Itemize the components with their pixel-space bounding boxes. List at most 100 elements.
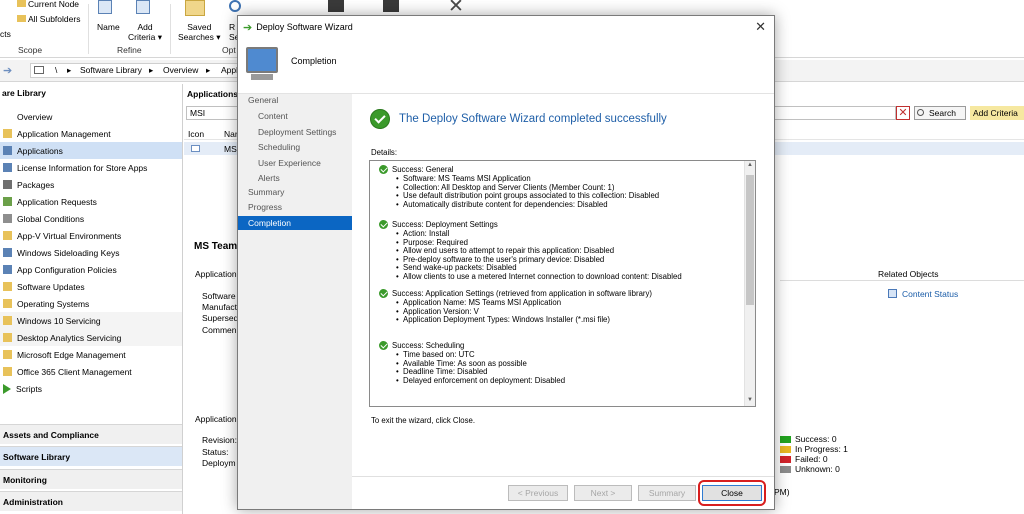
nav-item-icon <box>3 214 12 223</box>
summary-button[interactable]: Summary <box>638 485 696 501</box>
nav-item-4[interactable]: Packages <box>0 176 182 193</box>
add-criteria-icon <box>136 0 150 14</box>
back-arrow-icon[interactable]: ➔ <box>3 64 12 77</box>
nav-item-10[interactable]: Software Updates <box>0 278 182 295</box>
nav-item-label: Windows Sideloading Keys <box>17 247 120 258</box>
nav-item-5[interactable]: Application Requests <box>0 193 182 210</box>
column-name[interactable]: Nar <box>224 129 238 139</box>
wizard-step-4: User Experience <box>258 157 321 168</box>
application-icon <box>191 145 200 152</box>
nav-item-label: Overview <box>17 111 53 122</box>
nav-item-14[interactable]: Microsoft Edge Management <box>0 346 182 363</box>
name-button[interactable]: Name <box>97 22 120 32</box>
previous-button[interactable]: < Previous <box>508 485 568 501</box>
nav-section-software-library[interactable]: Software Library <box>0 446 182 466</box>
wizard-content: The Deploy Software Wizard completed suc… <box>352 94 774 509</box>
nav-item-icon <box>3 299 12 308</box>
nav-item-12[interactable]: Windows 10 Servicing <box>0 312 182 329</box>
folder-icon <box>17 0 26 7</box>
details-label: Details: <box>371 148 397 157</box>
nav-item-11[interactable]: Operating Systems <box>0 295 182 312</box>
nav-section-assets[interactable]: Assets and Compliance <box>0 424 182 444</box>
wizard-step-6: Summary <box>248 187 285 197</box>
details-box[interactable]: Success: General • Software: MS Teams MSI … <box>369 160 756 407</box>
nav-item-icon <box>3 129 12 138</box>
nav-item-3[interactable]: License Information for Store Apps <box>0 159 182 176</box>
success-check-icon <box>379 341 388 350</box>
nav-item-16[interactable]: Scripts <box>0 380 182 397</box>
row-name: MS <box>224 144 237 154</box>
objects-button[interactable]: cts <box>0 29 11 39</box>
close-icon[interactable]: ✕ <box>755 19 766 35</box>
nav-item-icon <box>3 197 12 206</box>
legend-label: In Progress: 1 <box>795 444 848 454</box>
nav-item-label: Office 365 Client Management <box>17 366 132 377</box>
options-group-label: Opt <box>222 45 236 55</box>
nav-section-administration[interactable]: Administration <box>0 491 182 511</box>
nav-item-2[interactable]: Applications <box>0 142 182 159</box>
nav-item-label: Operating Systems <box>17 298 90 309</box>
nav-item-icon <box>3 180 12 189</box>
address-separator: \ <box>55 65 58 75</box>
nav-item-label: Application Requests <box>17 196 97 207</box>
divider <box>352 476 774 477</box>
wizard-step-5: Alerts <box>258 173 280 183</box>
content-status-link[interactable]: Content Status <box>902 289 958 299</box>
nav-section-monitoring[interactable]: Monitoring <box>0 469 182 489</box>
detail-label: Supersed <box>202 313 239 323</box>
dialog-header: Completion <box>238 38 774 94</box>
add-criteria-link[interactable]: Add Criteria <box>970 106 1024 120</box>
detail-bullet: • <box>396 315 399 325</box>
nav-item-icon <box>3 248 12 257</box>
wizard-step-8: Completion <box>238 216 352 230</box>
nav-item-label: Packages <box>17 179 55 190</box>
nav-item-icon <box>3 316 12 325</box>
success-icon <box>370 109 390 129</box>
nav-item-icon <box>3 350 12 359</box>
success-check-icon <box>379 289 388 298</box>
nav-item-8[interactable]: Windows Sideloading Keys <box>0 244 182 261</box>
dialog-header-title: Completion <box>291 56 337 66</box>
name-icon <box>98 0 112 14</box>
next-button[interactable]: Next > <box>574 485 632 501</box>
detail-title: MS Teams <box>194 241 243 252</box>
legend-label: Success: 0 <box>795 434 837 444</box>
legend-swatch <box>780 446 791 453</box>
add-criteria-button[interactable]: Add Criteria ▾ <box>128 22 162 42</box>
deploy-software-wizard-dialog: ➔ Deploy Software Wizard ✕ Completion Ge… <box>237 15 775 510</box>
breadcrumb-applications[interactable]: Appl <box>221 65 238 75</box>
nav-item-0[interactable]: Overview <box>0 108 182 125</box>
nav-item-1[interactable]: Application Management <box>0 125 182 142</box>
nav-item-icon <box>3 265 12 274</box>
all-subfolders-button[interactable]: All Subfolders <box>28 14 80 24</box>
wizard-step-1: Content <box>258 111 288 121</box>
dialog-title: Deploy Software Wizard <box>256 22 353 32</box>
current-node-button[interactable]: Current Node <box>28 0 79 9</box>
legend-swatch <box>780 456 791 463</box>
nav-item-icon <box>3 231 12 240</box>
nav-item-9[interactable]: App Configuration Policies <box>0 261 182 278</box>
nav-item-6[interactable]: Global Conditions <box>0 210 182 227</box>
clear-search-icon[interactable]: ✕ <box>896 106 910 120</box>
scroll-down-icon[interactable]: ▼ <box>747 397 753 403</box>
nav-item-15[interactable]: Office 365 Client Management <box>0 363 182 380</box>
deploy-label: Revision: <box>202 435 237 445</box>
detail-line: Application Deployment Types: Windows In… <box>403 315 610 325</box>
legend-swatch <box>780 466 791 473</box>
content-status-icon <box>888 289 897 298</box>
detail-bullet: • <box>396 272 399 281</box>
delete-icon[interactable]: ✕ <box>447 0 465 16</box>
breadcrumb-arrow-icon: ▸ <box>206 65 211 75</box>
nav-item-label: Global Conditions <box>17 213 85 224</box>
divider <box>780 280 1024 281</box>
detail-line: Delayed enforcement on deployment: Disab… <box>403 375 566 385</box>
scroll-up-icon[interactable]: ▲ <box>747 162 753 168</box>
nav-item-7[interactable]: App-V Virtual Environments <box>0 227 182 244</box>
column-icon[interactable]: Icon <box>188 129 204 139</box>
scrollbar-thumb[interactable] <box>746 175 754 305</box>
nav-item-13[interactable]: Desktop Analytics Servicing <box>0 329 182 346</box>
saved-searches-button[interactable]: Saved Searches ▾ <box>178 22 221 42</box>
breadcrumb-software-library[interactable]: Software Library <box>80 65 142 75</box>
breadcrumb-overview[interactable]: Overview <box>163 65 198 75</box>
wizard-step-0: General <box>248 95 279 105</box>
